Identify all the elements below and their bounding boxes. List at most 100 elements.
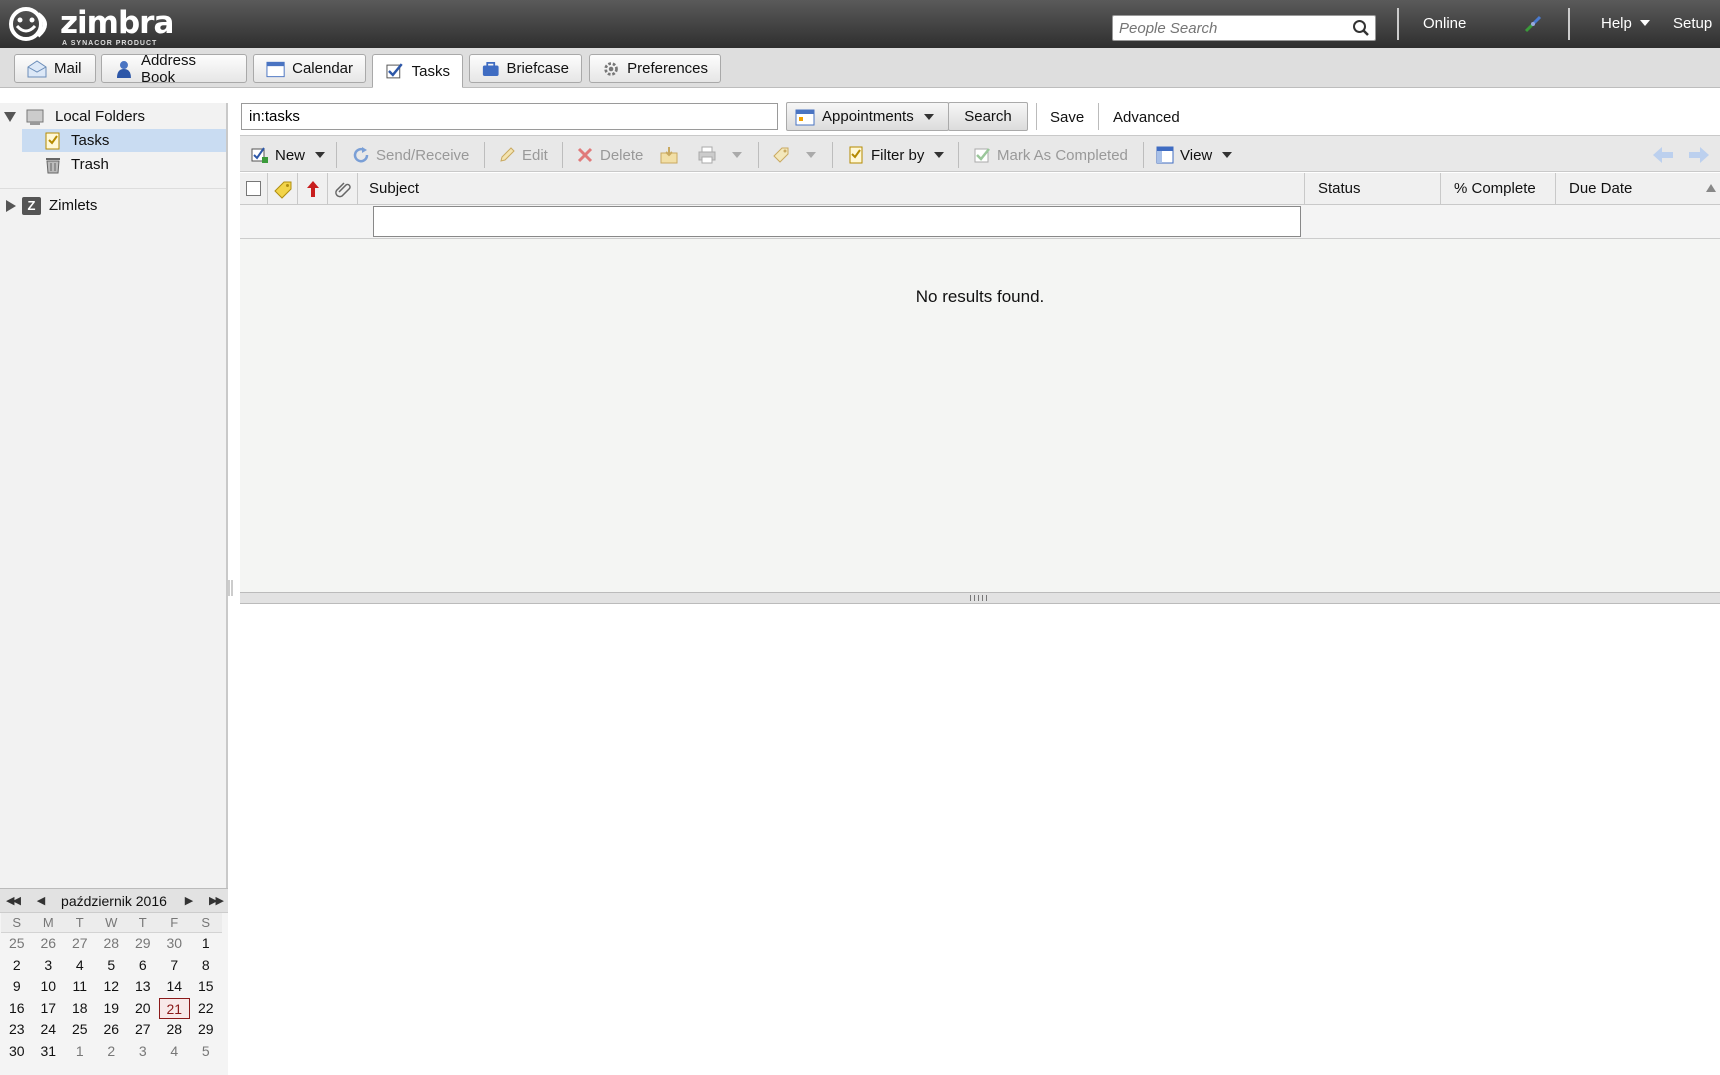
quick-add-task-input[interactable] — [373, 206, 1301, 237]
previous-page-button[interactable] — [1652, 144, 1674, 166]
calendar-day[interactable]: 11 — [64, 976, 96, 998]
calendar-day[interactable]: 19 — [96, 998, 128, 1020]
calendar-day[interactable]: 8 — [190, 955, 222, 977]
prev-year-icon[interactable]: ◀◀ — [6, 894, 21, 907]
calendar-day[interactable]: 26 — [33, 933, 65, 955]
search-scope-dropdown[interactable]: Appointments — [786, 102, 949, 131]
calendar-day[interactable]: 2 — [96, 1041, 128, 1063]
chevron-down-icon[interactable] — [315, 152, 326, 158]
calendar-day[interactable]: 29 — [127, 933, 159, 955]
calendar-day[interactable]: 25 — [64, 1019, 96, 1041]
online-status[interactable]: Online — [1423, 15, 1466, 32]
priority-column-header[interactable] — [298, 173, 328, 204]
filter-by-button[interactable]: Filter by — [847, 144, 945, 166]
panel-splitter[interactable] — [228, 570, 234, 610]
calendar-day[interactable]: 16 — [1, 998, 33, 1020]
calendar-day[interactable]: 30 — [1, 1041, 33, 1063]
print-button[interactable] — [698, 144, 742, 166]
save-search-button[interactable]: Save — [1050, 109, 1084, 126]
calendar-day[interactable]: 26 — [96, 1019, 128, 1041]
search-button[interactable]: Search — [948, 102, 1028, 131]
calendar-day[interactable]: 7 — [159, 955, 191, 977]
search-icon[interactable] — [1352, 19, 1370, 37]
calendar-day[interactable]: 3 — [127, 1041, 159, 1063]
collapse-icon[interactable] — [4, 111, 16, 122]
calendar-day[interactable]: 25 — [1, 933, 33, 955]
view-button[interactable]: View — [1156, 144, 1233, 166]
reading-pane-splitter[interactable] — [240, 592, 1720, 604]
people-search-box[interactable] — [1112, 15, 1376, 41]
next-page-button[interactable] — [1688, 144, 1710, 166]
sidebar-item-label: Trash — [71, 156, 109, 173]
calendar-day[interactable]: 5 — [190, 1041, 222, 1063]
prev-month-icon[interactable]: ◀ — [37, 894, 46, 907]
advanced-search-button[interactable]: Advanced — [1113, 109, 1180, 126]
chevron-down-icon[interactable] — [732, 152, 742, 158]
percent-complete-column-header[interactable]: % Complete — [1441, 173, 1556, 204]
calendar-day[interactable]: 6 — [127, 955, 159, 977]
calendar-day[interactable]: 12 — [96, 976, 128, 998]
due-date-column-header[interactable]: Due Date — [1556, 173, 1720, 204]
calendar-day[interactable]: 4 — [64, 955, 96, 977]
calendar-day[interactable]: 24 — [33, 1019, 65, 1041]
tab-preferences[interactable]: Preferences — [589, 54, 721, 83]
local-folders-header[interactable]: Local Folders — [0, 105, 226, 128]
expand-icon[interactable] — [6, 199, 16, 212]
sidebar-item-tasks[interactable]: Tasks — [22, 129, 226, 152]
tab-address-book[interactable]: Address Book — [101, 52, 247, 86]
calendar-day[interactable]: 3 — [33, 955, 65, 977]
calendar-day[interactable]: 28 — [96, 933, 128, 955]
calendar-day[interactable]: 30 — [159, 933, 191, 955]
connection-icon[interactable] — [1522, 13, 1544, 39]
tab-mail[interactable]: Mail — [14, 54, 96, 83]
tab-briefcase[interactable]: Briefcase — [469, 54, 582, 83]
calendar-day[interactable]: 18 — [64, 998, 96, 1020]
mark-completed-button[interactable]: Mark As Completed — [973, 144, 1128, 166]
move-button[interactable] — [660, 144, 684, 166]
tab-tasks[interactable]: Tasks — [372, 54, 463, 88]
calendar-day[interactable]: 27 — [127, 1019, 159, 1041]
calendar-day[interactable]: 21 — [158, 997, 190, 1019]
chevron-down-icon[interactable] — [806, 152, 816, 158]
zimlets-header[interactable]: Z Zimlets — [0, 194, 226, 217]
next-month-icon[interactable]: ▶ — [185, 894, 194, 907]
calendar-day[interactable]: 9 — [1, 976, 33, 998]
calendar-day[interactable]: 17 — [33, 998, 65, 1020]
subject-column-header[interactable]: Subject — [358, 173, 1305, 204]
calendar-day[interactable]: 29 — [190, 1019, 222, 1041]
calendar-day[interactable]: 1 — [190, 933, 222, 955]
calendar-day[interactable]: 27 — [64, 933, 96, 955]
delete-button[interactable]: Delete — [576, 144, 643, 166]
calendar-month-label[interactable]: październik 2016 — [61, 893, 167, 909]
help-menu[interactable]: Help — [1601, 15, 1650, 32]
new-button[interactable]: New — [251, 144, 326, 166]
calendar-day[interactable]: 28 — [159, 1019, 191, 1041]
people-search-input[interactable] — [1113, 16, 1343, 40]
calendar-day[interactable]: 22 — [190, 998, 222, 1020]
tag-column-header[interactable] — [268, 173, 298, 204]
tab-calendar[interactable]: Calendar — [253, 54, 366, 83]
status-column-header[interactable]: Status — [1305, 173, 1441, 204]
calendar-day[interactable]: 10 — [33, 976, 65, 998]
select-all-checkbox[interactable] — [240, 173, 268, 204]
priority-arrow-icon — [306, 180, 319, 197]
attachment-column-header[interactable] — [328, 173, 358, 204]
calendar-day[interactable]: 20 — [127, 998, 159, 1020]
zimbra-logo[interactable]: zimbra A SYNACOR PRODUCT — [8, 6, 174, 47]
calendar-day[interactable]: 31 — [33, 1041, 65, 1063]
sidebar-item-trash[interactable]: Trash — [22, 153, 226, 176]
calendar-day[interactable]: 5 — [96, 955, 128, 977]
calendar-day[interactable]: 14 — [159, 976, 191, 998]
calendar-day[interactable]: 23 — [1, 1019, 33, 1041]
calendar-day[interactable]: 1 — [64, 1041, 96, 1063]
send-receive-button[interactable]: Send/Receive — [352, 144, 469, 166]
next-year-icon[interactable]: ▶▶ — [209, 894, 224, 907]
calendar-day[interactable]: 2 — [1, 955, 33, 977]
calendar-day[interactable]: 4 — [159, 1041, 191, 1063]
calendar-day[interactable]: 13 — [127, 976, 159, 998]
calendar-day[interactable]: 15 — [190, 976, 222, 998]
setup-link[interactable]: Setup — [1673, 15, 1712, 32]
tag-button[interactable] — [772, 144, 816, 166]
search-input[interactable] — [241, 103, 778, 130]
edit-button[interactable]: Edit — [498, 144, 548, 166]
